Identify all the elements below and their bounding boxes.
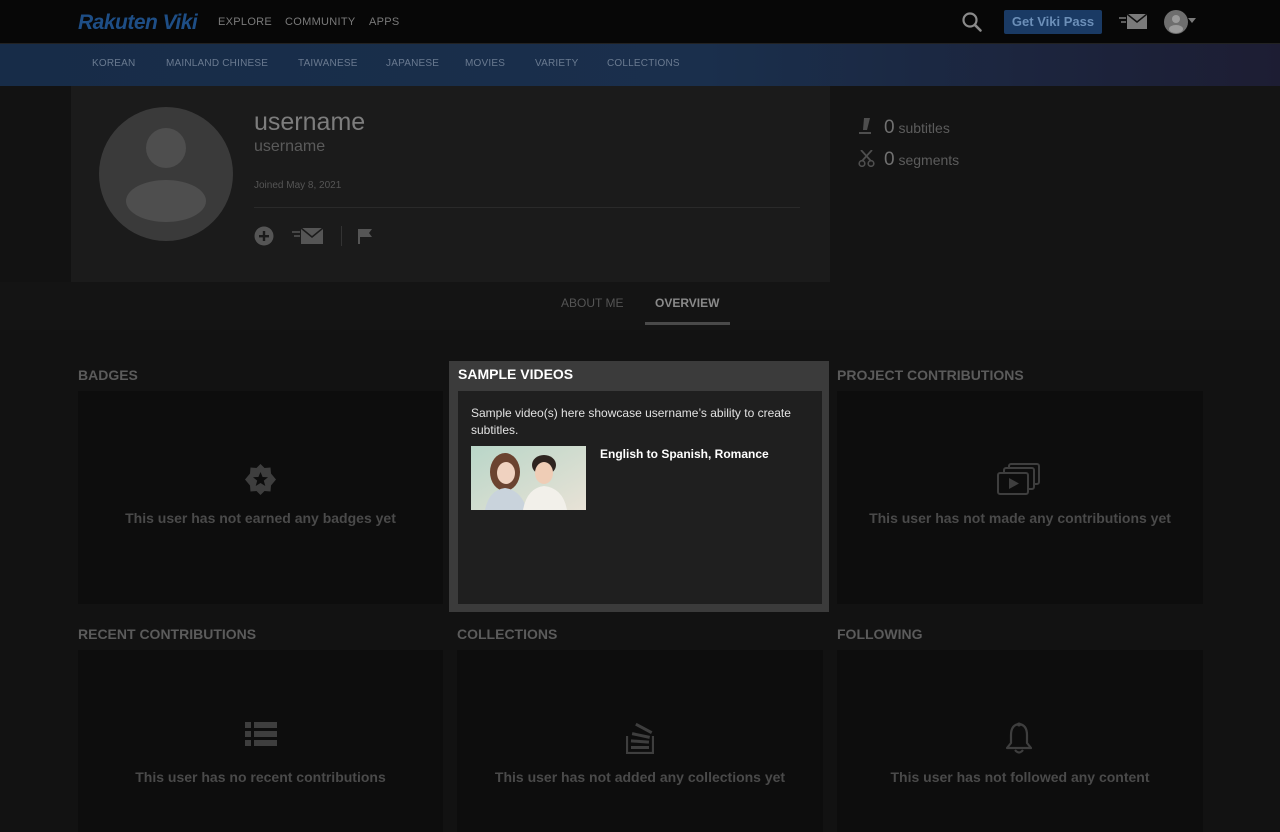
logo[interactable]: Rakuten Viki bbox=[78, 11, 198, 35]
recent-contributions-empty-message: This user has no recent contributions bbox=[135, 769, 386, 785]
badge-star-icon bbox=[245, 464, 276, 495]
following-empty-message: This user has not followed any content bbox=[890, 769, 1150, 785]
subtitles-stat: 0 subtitles bbox=[884, 117, 950, 139]
profile-stats-panel bbox=[830, 86, 1280, 282]
recent-contributions-title: RECENT CONTRIBUTIONS bbox=[78, 626, 257, 642]
add-friend-icon[interactable] bbox=[254, 226, 274, 246]
following-panel: This user has not followed any content bbox=[837, 650, 1203, 832]
avatar-icon[interactable] bbox=[1164, 10, 1188, 34]
collections-title: COLLECTIONS bbox=[457, 626, 558, 642]
nav-apps[interactable]: APPS bbox=[369, 16, 400, 28]
collections-empty-message: This user has not added any collections … bbox=[494, 769, 786, 785]
segments-count: 0 bbox=[884, 149, 895, 170]
list-icon bbox=[245, 722, 277, 746]
sample-video-thumbnail[interactable] bbox=[471, 446, 586, 510]
profile-avatar bbox=[99, 107, 233, 241]
top-navbar: Rakuten Viki EXPLORE COMMUNITY APPS Get … bbox=[0, 0, 1280, 44]
segments-stat: 0 segments bbox=[884, 149, 959, 171]
category-mainland-chinese[interactable]: MAINLAND CHINESE bbox=[166, 58, 268, 69]
subtitles-count: 0 bbox=[884, 117, 895, 138]
recent-contributions-panel: This user has no recent contributions bbox=[78, 650, 443, 832]
segments-label: segments bbox=[898, 152, 960, 168]
subtitles-label: subtitles bbox=[898, 120, 950, 136]
project-contributions-empty-message: This user has not made any contributions… bbox=[869, 510, 1171, 526]
tab-overview[interactable]: OVERVIEW bbox=[655, 296, 719, 310]
badges-title: BADGES bbox=[78, 367, 138, 383]
project-contributions-panel: This user has not made any contributions… bbox=[837, 391, 1203, 604]
scissors-icon bbox=[858, 150, 875, 167]
nav-community[interactable]: COMMUNITY bbox=[285, 16, 356, 28]
message-icon[interactable] bbox=[292, 227, 324, 245]
category-collections[interactable]: COLLECTIONS bbox=[607, 58, 680, 69]
chevron-down-icon[interactable] bbox=[1188, 18, 1196, 24]
category-taiwanese[interactable]: TAIWANESE bbox=[298, 58, 358, 69]
sample-videos-title: SAMPLE VIDEOS bbox=[458, 366, 574, 382]
sample-video-label[interactable]: English to Spanish, Romance bbox=[600, 447, 769, 461]
profile-tabs bbox=[0, 282, 1280, 330]
video-stack-icon bbox=[997, 463, 1040, 495]
mail-icon[interactable] bbox=[1119, 12, 1149, 32]
category-japanese[interactable]: JAPANESE bbox=[386, 58, 439, 69]
stack-icon bbox=[626, 722, 654, 754]
pen-icon bbox=[859, 118, 871, 134]
category-korean[interactable]: KOREAN bbox=[92, 58, 135, 69]
badges-panel: This user has not earned any badges yet bbox=[78, 391, 443, 604]
profile-handle: username bbox=[254, 138, 326, 155]
project-contributions-title: PROJECT CONTRIBUTIONS bbox=[837, 367, 1024, 383]
active-tab-indicator bbox=[645, 322, 730, 325]
category-movies[interactable]: MOVIES bbox=[465, 58, 505, 69]
profile-name: username bbox=[254, 108, 366, 136]
collections-panel: This user has not added any collections … bbox=[457, 650, 823, 832]
get-viki-pass-button[interactable]: Get Viki Pass bbox=[1004, 10, 1102, 34]
search-icon[interactable] bbox=[961, 11, 983, 33]
bell-icon bbox=[1006, 722, 1032, 754]
following-title: FOLLOWING bbox=[837, 626, 923, 642]
action-separator bbox=[341, 226, 342, 246]
flag-icon[interactable] bbox=[357, 228, 373, 244]
profile-divider bbox=[254, 207, 800, 208]
category-bar: KOREAN MAINLAND CHINESE TAIWANESE JAPANE… bbox=[0, 44, 1280, 86]
joined-date: Joined May 8, 2021 bbox=[254, 180, 342, 191]
sample-videos-description: Sample video(s) here showcase username’s… bbox=[471, 406, 791, 437]
category-variety[interactable]: VARIETY bbox=[535, 58, 578, 69]
badges-empty-message: This user has not earned any badges yet bbox=[125, 510, 396, 526]
tab-about-me[interactable]: ABOUT ME bbox=[561, 296, 623, 310]
nav-explore[interactable]: EXPLORE bbox=[218, 16, 272, 28]
